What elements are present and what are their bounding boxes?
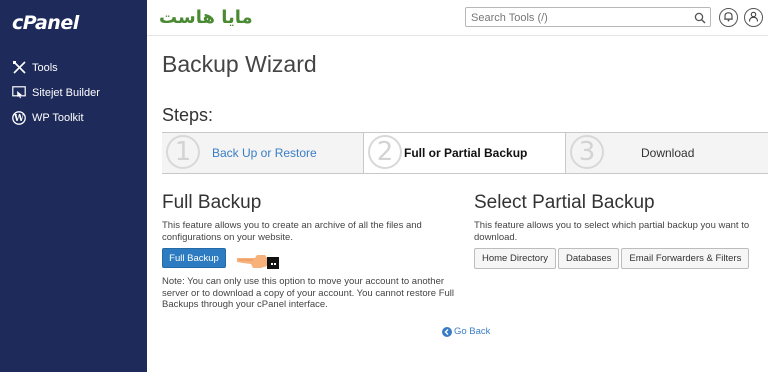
full-backup-button[interactable]: Full Backup xyxy=(162,248,226,268)
full-backup-description: This feature allows you to create an arc… xyxy=(162,220,422,243)
email-forwarders-filters-button[interactable]: Email Forwarders & Filters xyxy=(621,248,750,269)
full-backup-note: Note: You can only use this option to mo… xyxy=(162,276,455,310)
arrow-left-circle-icon xyxy=(442,326,452,337)
svg-text:W: W xyxy=(13,114,25,124)
sidebar-item-wp-toolkit[interactable]: W WP Toolkit xyxy=(0,105,147,130)
steps-heading: Steps: xyxy=(162,105,214,125)
sitejet-icon xyxy=(11,85,27,101)
step-back-up-or-restore[interactable]: 1 Back Up or Restore xyxy=(162,133,364,173)
partial-backup-heading: Select Partial Backup xyxy=(474,192,655,213)
search-box xyxy=(465,7,711,27)
page-title: Backup Wizard xyxy=(162,51,317,77)
bell-icon xyxy=(723,9,734,27)
home-directory-button[interactable]: Home Directory xyxy=(474,248,556,269)
main-content: Backup Wizard Steps: 1 Back Up or Restor… xyxy=(147,36,768,372)
sidebar: cPanel Tools Sitejet Builder W WP Toolki… xyxy=(0,0,147,372)
sidebar-item-tools[interactable]: Tools xyxy=(0,55,147,80)
step-download: 3 Download xyxy=(566,133,768,173)
step-label[interactable]: Back Up or Restore xyxy=(212,146,317,160)
notifications-button[interactable] xyxy=(719,8,738,27)
user-menu-button[interactable] xyxy=(744,8,763,27)
full-backup-heading: Full Backup xyxy=(162,192,262,213)
step-label: Download xyxy=(641,146,695,160)
tools-icon xyxy=(11,60,27,76)
user-icon xyxy=(748,9,759,27)
go-back-label: Go Back xyxy=(454,326,491,337)
step-number: 3 xyxy=(570,135,604,169)
wordpress-icon: W xyxy=(11,110,27,126)
top-header: مايا هاست xyxy=(147,0,768,36)
pointing-hand-icon xyxy=(235,249,281,276)
search-input[interactable] xyxy=(466,9,686,27)
wizard-steps: 1 Back Up or Restore 2 Full or Partial B… xyxy=(162,132,768,174)
step-number: 2 xyxy=(368,135,402,169)
step-label: Full or Partial Backup xyxy=(404,146,528,160)
cpanel-logo[interactable]: cPanel xyxy=(12,12,79,34)
partial-backup-buttons: Home Directory Databases Email Forwarder… xyxy=(474,248,751,269)
sidebar-item-label: Sitejet Builder xyxy=(32,86,100,99)
sidebar-item-label: WP Toolkit xyxy=(32,111,84,124)
partial-backup-description: This feature allows you to select which … xyxy=(474,220,750,243)
sidebar-item-label: Tools xyxy=(32,61,58,74)
go-back-link[interactable]: Go Back xyxy=(442,326,490,337)
step-full-or-partial-backup: 2 Full or Partial Backup xyxy=(364,133,566,173)
sidebar-item-sitejet-builder[interactable]: Sitejet Builder xyxy=(0,80,147,105)
databases-button[interactable]: Databases xyxy=(558,248,620,269)
brand-logo[interactable]: مايا هاست xyxy=(159,7,253,28)
sidebar-nav: Tools Sitejet Builder W WP Toolkit xyxy=(0,55,147,130)
step-number: 1 xyxy=(166,135,200,169)
search-icon[interactable] xyxy=(694,11,706,29)
